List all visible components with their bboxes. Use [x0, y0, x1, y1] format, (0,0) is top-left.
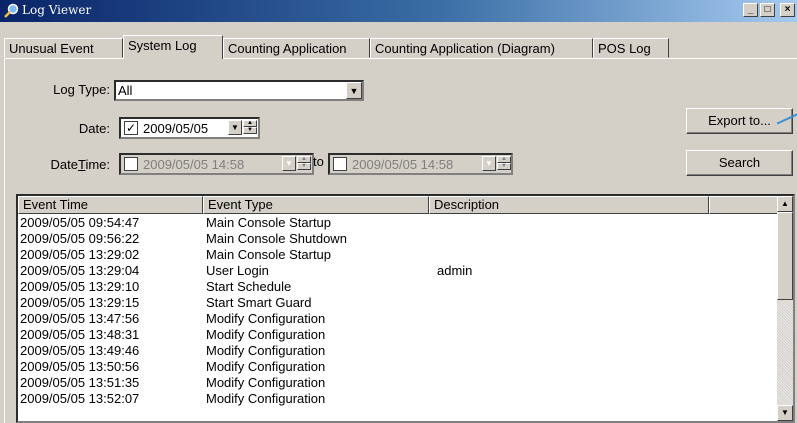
- datetime-from-spinner[interactable]: ▲ ▼: [297, 156, 311, 171]
- title-bar: Log Viewer _ □ ×: [0, 0, 797, 22]
- table-row[interactable]: 2009/05/05 13:49:46 Modify Configuration: [18, 343, 778, 358]
- cell-event-type: User Login: [206, 263, 269, 278]
- arrow-up-icon[interactable]: ▲: [243, 120, 257, 127]
- date-checkbox[interactable]: ✓: [124, 121, 138, 135]
- log-type-value: All: [118, 83, 133, 98]
- to-label: to: [313, 154, 324, 169]
- chevron-down-icon[interactable]: ▼: [482, 156, 496, 171]
- log-type-select[interactable]: All ▼: [114, 80, 364, 101]
- arrow-down-icon[interactable]: ▼: [497, 163, 511, 170]
- table-row[interactable]: 2009/05/05 13:52:07 Modify Configuration: [18, 391, 778, 406]
- column-header-description[interactable]: Description: [429, 196, 709, 214]
- date-value: 2009/05/05: [143, 121, 209, 136]
- table-row[interactable]: 2009/05/05 13:50:56 Modify Configuration: [18, 359, 778, 374]
- cell-event-time: 2009/05/05 13:29:10: [20, 279, 140, 294]
- tab-system-log[interactable]: System Log: [123, 35, 223, 59]
- cell-event-time: 2009/05/05 13:52:07: [20, 391, 140, 406]
- magnifier-icon: [4, 3, 19, 18]
- cell-event-type: Modify Configuration: [206, 343, 326, 358]
- chevron-down-icon[interactable]: ▼: [228, 120, 242, 135]
- log-table[interactable]: Event Time Event Type Description 2009/0…: [16, 194, 795, 423]
- cell-event-type: Start Schedule: [206, 279, 292, 294]
- date-picker[interactable]: ✓ 2009/05/05 ▼ ▲ ▼: [119, 117, 260, 139]
- datetime-to-checkbox[interactable]: [333, 157, 347, 171]
- date-label: Date:: [78, 121, 110, 136]
- table-row[interactable]: 2009/05/05 13:29:04 User Login admin: [18, 263, 778, 278]
- datetime-label-pre: Date: [50, 157, 78, 172]
- arrow-up-icon[interactable]: ▲: [777, 196, 793, 212]
- column-header-filler: [709, 196, 778, 214]
- close-button[interactable]: ×: [780, 3, 795, 17]
- datetime-from-value: 2009/05/05 14:58: [143, 157, 245, 172]
- maximize-button[interactable]: □: [760, 3, 775, 17]
- cell-event-time: 2009/05/05 13:51:35: [20, 375, 140, 390]
- cell-event-time: 2009/05/05 13:48:31: [20, 327, 140, 342]
- cell-event-type: Main Console Startup: [206, 247, 332, 262]
- vertical-scrollbar[interactable]: ▲ ▼: [777, 196, 793, 421]
- table-row[interactable]: 2009/05/05 13:47:56 Modify Configuration: [18, 311, 778, 326]
- datetime-to-spinner[interactable]: ▲ ▼: [497, 156, 511, 171]
- table-header: Event Time Event Type Description: [18, 196, 778, 214]
- datetime-to-picker[interactable]: 2009/05/05 14:58 ▼ ▲ ▼: [328, 153, 513, 175]
- cell-event-type: Modify Configuration: [206, 391, 326, 406]
- date-spinner[interactable]: ▲ ▼: [243, 120, 257, 135]
- cell-event-time: 2009/05/05 13:29:15: [20, 295, 140, 310]
- column-header-event-time[interactable]: Event Time: [18, 196, 203, 214]
- cell-event-type: Modify Configuration: [206, 359, 326, 374]
- arrow-down-icon[interactable]: ▼: [297, 163, 311, 170]
- cell-event-type: Modify Configuration: [206, 327, 326, 342]
- tab-counting-application-diagram[interactable]: Counting Application (Diagram): [370, 38, 593, 58]
- minimize-button[interactable]: _: [743, 3, 758, 17]
- window-title: Log Viewer: [22, 3, 92, 17]
- cell-event-time: 2009/05/05 13:49:46: [20, 343, 140, 358]
- chevron-down-icon[interactable]: ▼: [282, 156, 296, 171]
- tab-unusual-event[interactable]: Unusual Event: [4, 38, 123, 58]
- table-row[interactable]: 2009/05/05 13:51:35 Modify Configuration: [18, 375, 778, 390]
- cell-event-time: 2009/05/05 13:50:56: [20, 359, 140, 374]
- export-button[interactable]: Export to...: [686, 108, 793, 134]
- table-row[interactable]: 2009/05/05 13:29:02 Main Console Startup: [18, 247, 778, 262]
- table-row[interactable]: 2009/05/05 13:29:10 Start Schedule: [18, 279, 778, 294]
- log-type-label: Log Type:: [53, 82, 110, 97]
- cell-event-time: 2009/05/05 13:29:02: [20, 247, 140, 262]
- datetime-from-checkbox[interactable]: [124, 157, 138, 171]
- cell-event-type: Start Smart Guard: [206, 295, 312, 310]
- datetime-from-picker[interactable]: 2009/05/05 14:58 ▼ ▲ ▼: [119, 153, 314, 175]
- datetime-label: DateTime:: [20, 157, 111, 172]
- cell-event-time: 2009/05/05 09:54:47: [20, 215, 140, 230]
- cell-event-time: 2009/05/05 09:56:22: [20, 231, 140, 246]
- table-row[interactable]: 2009/05/05 13:48:31 Modify Configuration: [18, 327, 778, 342]
- table-row[interactable]: 2009/05/05 09:56:22 Main Console Shutdown: [18, 231, 778, 246]
- cell-event-type: Main Console Startup: [206, 215, 332, 230]
- chevron-down-icon[interactable]: ▼: [346, 82, 362, 99]
- cell-event-type: Modify Configuration: [206, 311, 326, 326]
- cell-event-type: Modify Configuration: [206, 375, 326, 390]
- table-row[interactable]: 2009/05/05 09:54:47 Main Console Startup: [18, 215, 778, 230]
- search-button[interactable]: Search: [686, 150, 793, 176]
- column-header-event-type[interactable]: Event Type: [203, 196, 429, 214]
- cell-event-time: 2009/05/05 13:47:56: [20, 311, 140, 326]
- arrow-up-icon[interactable]: ▲: [297, 156, 311, 163]
- cell-event-time: 2009/05/05 13:29:04: [20, 263, 140, 278]
- tab-counting-application[interactable]: Counting Application: [223, 38, 370, 58]
- arrow-down-icon[interactable]: ▼: [243, 127, 257, 134]
- datetime-to-value: 2009/05/05 14:58: [352, 157, 454, 172]
- arrow-down-icon[interactable]: ▼: [777, 405, 793, 421]
- table-row[interactable]: 2009/05/05 13:29:15 Start Smart Guard: [18, 295, 778, 310]
- arrow-up-icon[interactable]: ▲: [497, 156, 511, 163]
- cell-description: admin: [437, 263, 473, 278]
- datetime-label-post: ime:: [85, 157, 110, 172]
- cell-event-type: Main Console Shutdown: [206, 231, 347, 246]
- tab-pos-log[interactable]: POS Log: [593, 38, 669, 58]
- scroll-thumb[interactable]: [777, 212, 793, 300]
